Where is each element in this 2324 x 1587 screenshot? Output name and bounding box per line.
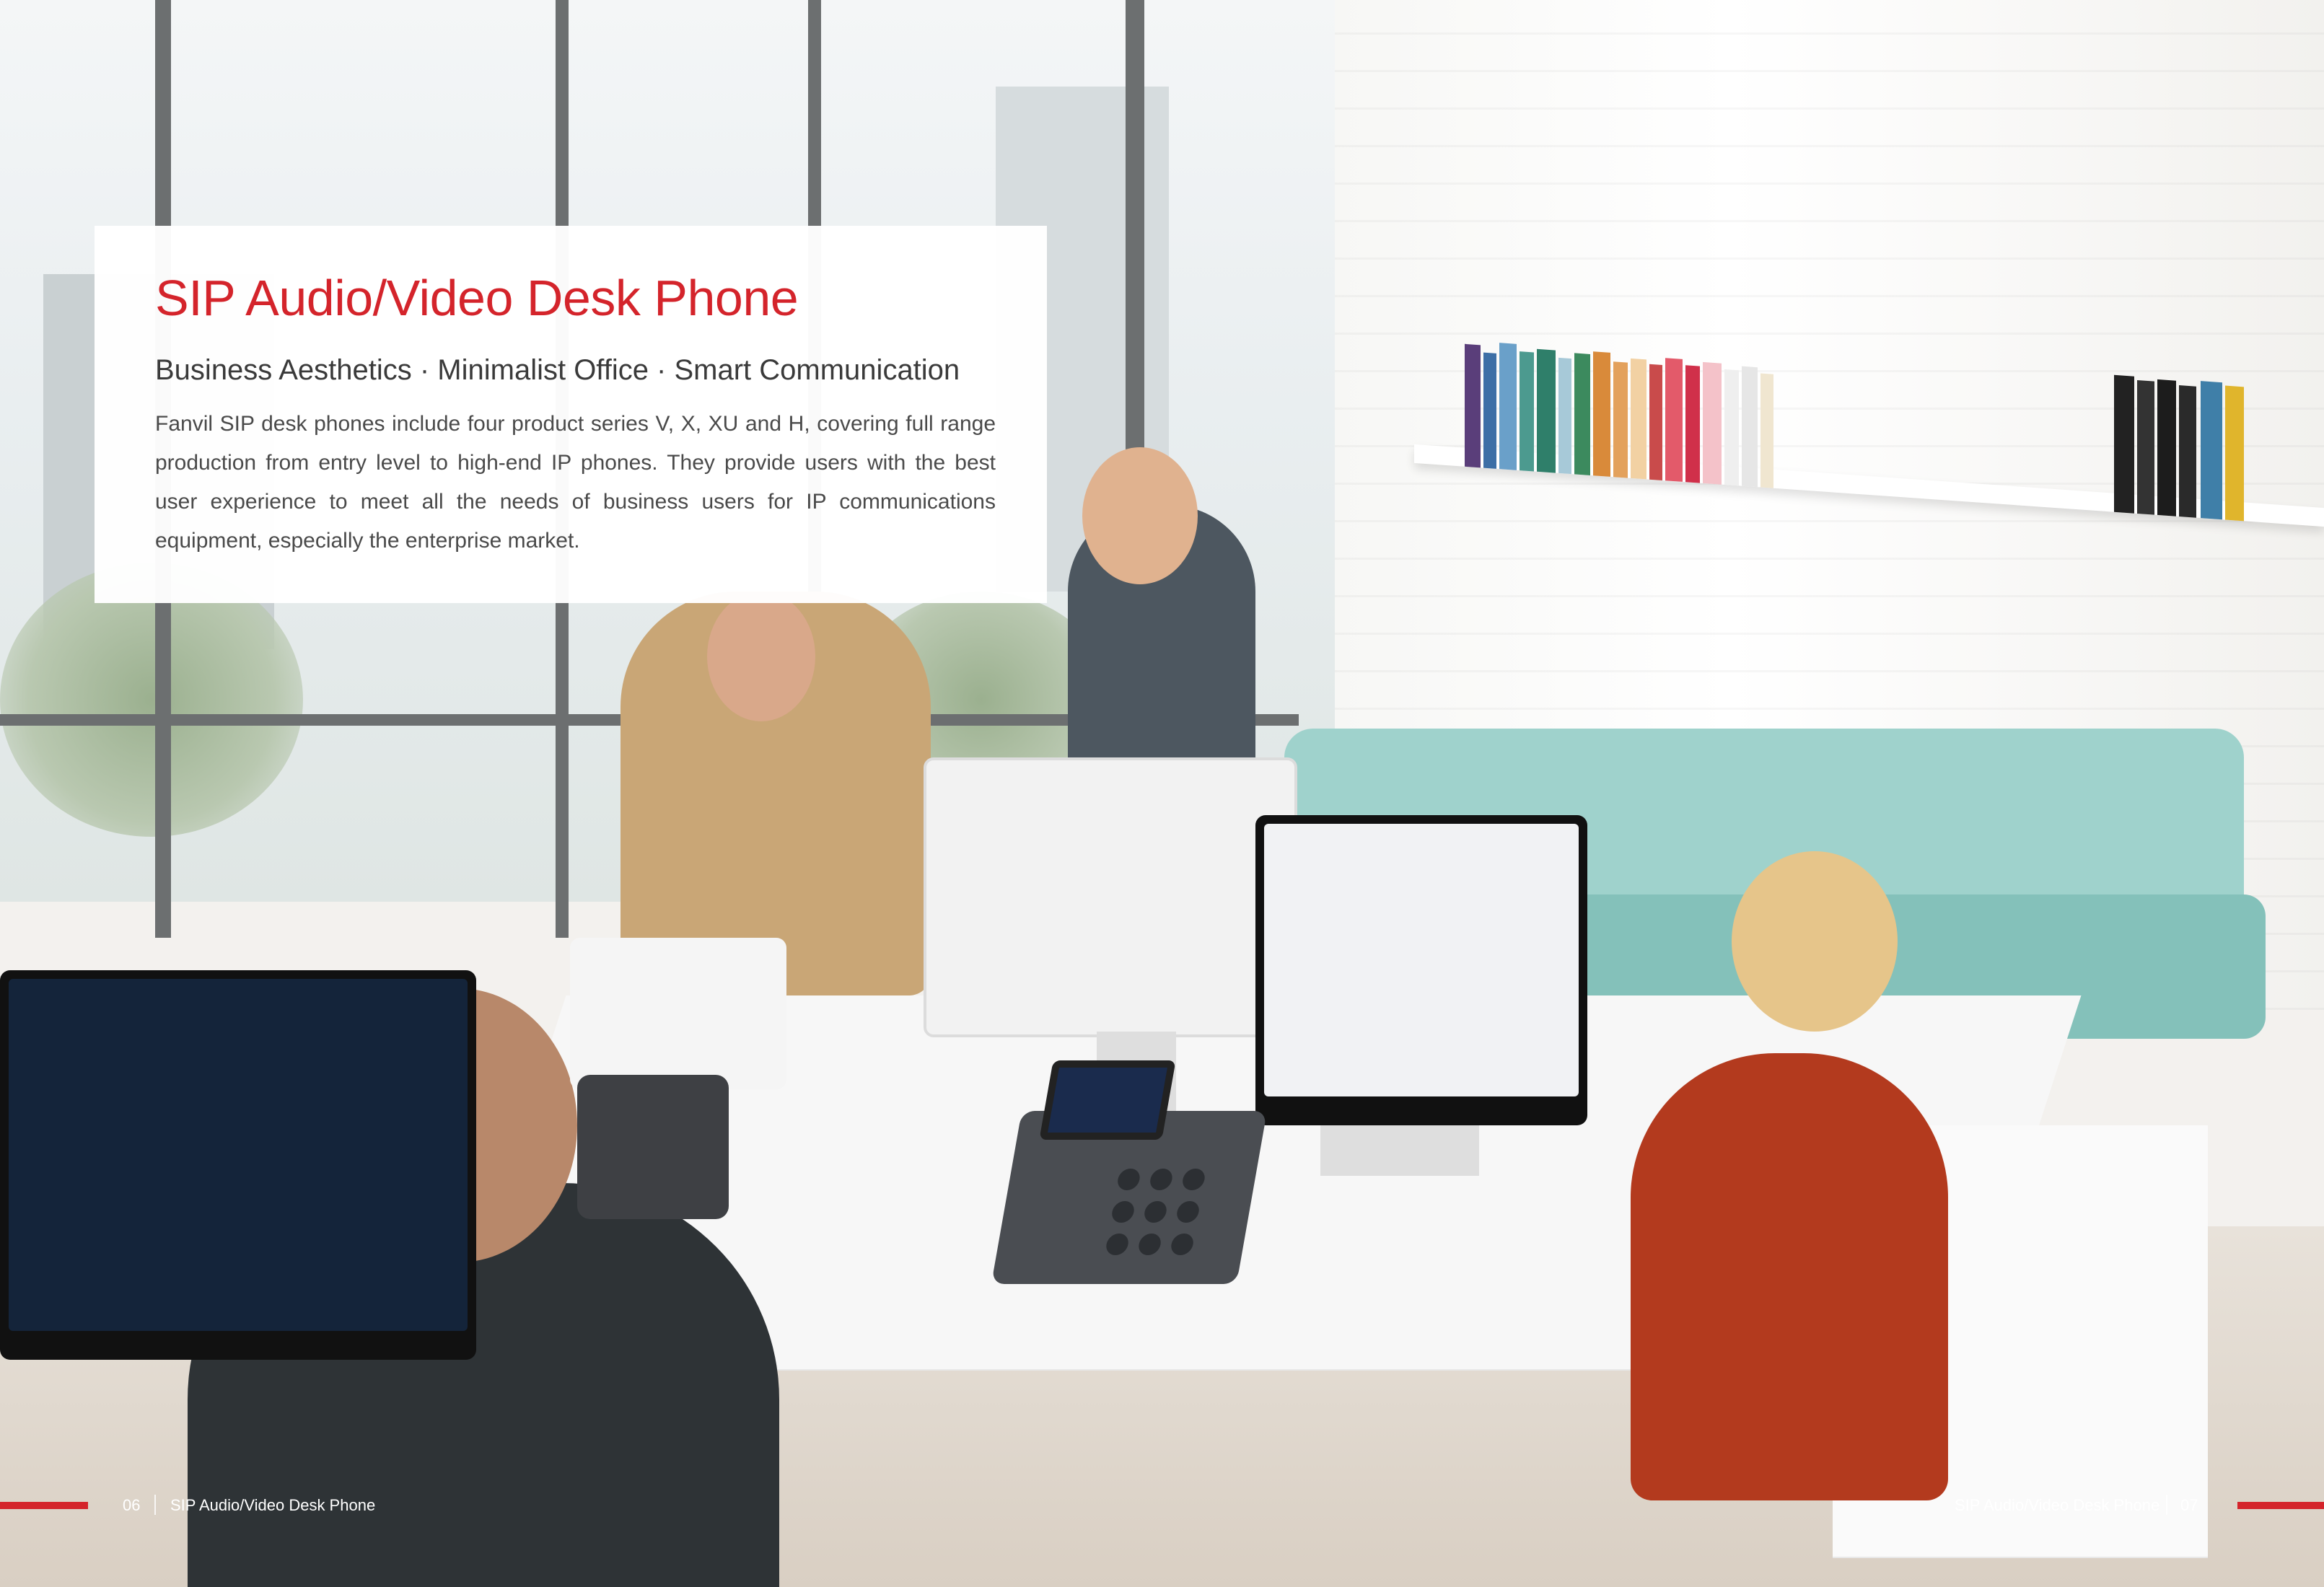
monitor-code-editor xyxy=(0,970,476,1360)
footer-label-left: SIP Audio/Video Desk Phone xyxy=(170,1496,376,1514)
head xyxy=(707,592,815,721)
footer-accent-bar-left xyxy=(0,1502,88,1509)
woman-seated xyxy=(1631,1053,1948,1500)
footer-accent-bar-right xyxy=(2237,1502,2324,1509)
monitor-contact-page xyxy=(1255,815,1587,1125)
tagline: Business Aesthetics · Minimalist Office … xyxy=(155,354,960,386)
desk-phone-side xyxy=(577,1075,729,1219)
page-title: SIP Audio/Video Desk Phone xyxy=(155,270,799,326)
page-number-right: 07 xyxy=(2180,1496,2198,1514)
head xyxy=(1082,447,1198,584)
imac-back xyxy=(924,757,1297,1037)
footer-separator-left xyxy=(154,1495,156,1515)
head xyxy=(1732,851,1898,1032)
product-description: Fanvil SIP desk phones include four prod… xyxy=(155,412,996,553)
intro-panel: SIP Audio/Video Desk Phone Business Aest… xyxy=(95,226,1047,603)
desk-phone-screen xyxy=(1039,1060,1176,1140)
page-number-left: 06 xyxy=(123,1496,141,1514)
footer-separator-right xyxy=(2166,1495,2167,1515)
laptop xyxy=(570,938,786,1089)
monitor-stand xyxy=(1320,1125,1479,1176)
footer-label-right: SIP Audio/Video Desk Phone xyxy=(1955,1496,2160,1514)
tree xyxy=(0,563,303,837)
